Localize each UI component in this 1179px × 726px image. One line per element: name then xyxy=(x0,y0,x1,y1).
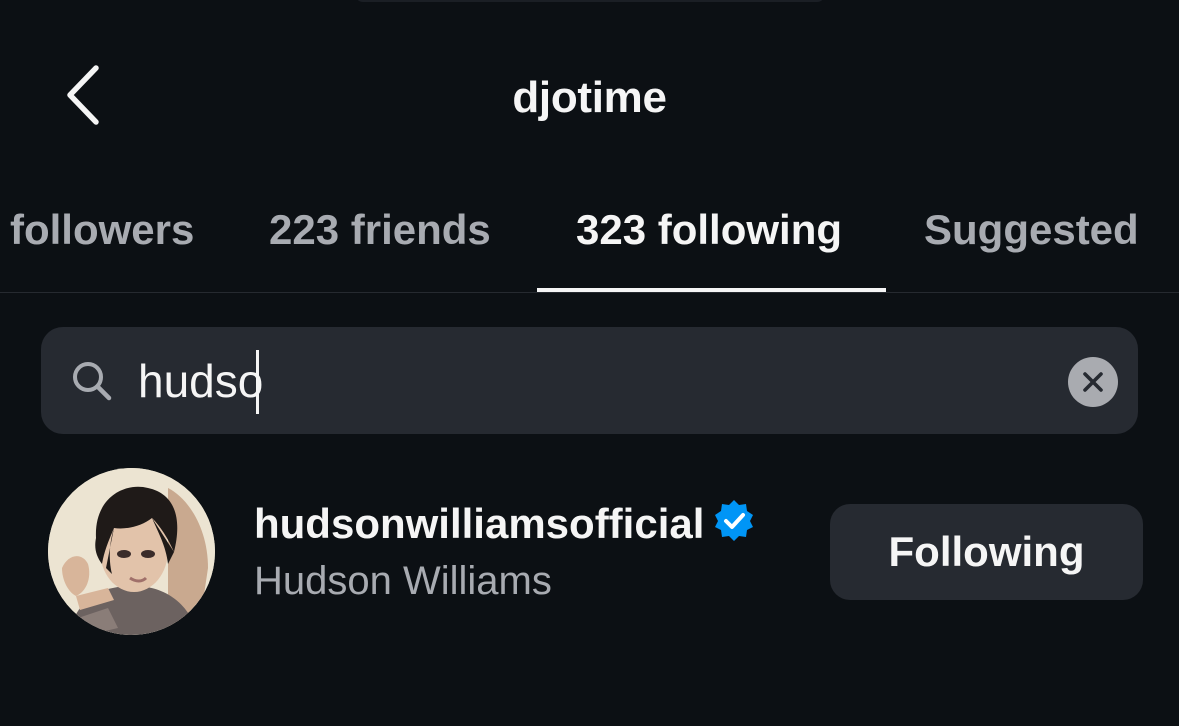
search-input-value: hudso xyxy=(138,355,264,408)
search-input[interactable]: hudso xyxy=(138,350,263,414)
avatar[interactable] xyxy=(48,468,215,635)
search-icon xyxy=(73,362,112,401)
tab-following[interactable]: 323 following xyxy=(576,204,842,256)
search-bar[interactable]: hudso xyxy=(41,327,1138,434)
avatar-photo xyxy=(48,468,215,635)
clear-search-button[interactable] xyxy=(1068,357,1118,407)
list-item[interactable]: hudsonwilliamsofficial Hudson Williams F… xyxy=(0,460,1179,650)
tab-bar: followers 223 friends 323 following Sugg… xyxy=(0,186,1179,294)
tab-followers[interactable]: followers xyxy=(10,204,194,256)
text-cursor xyxy=(256,350,260,414)
tab-friends[interactable]: 223 friends xyxy=(269,204,491,256)
verified-badge-icon xyxy=(712,498,756,547)
close-icon xyxy=(1083,372,1103,392)
status-bar-notch xyxy=(355,0,825,2)
page-title: djotime xyxy=(512,73,667,122)
following-button[interactable]: Following xyxy=(830,504,1143,600)
username: hudsonwilliamsofficial xyxy=(254,500,705,547)
full-name: Hudson Williams xyxy=(254,559,552,603)
tab-suggested[interactable]: Suggested xyxy=(924,204,1139,256)
username-link[interactable]: hudsonwilliamsofficial xyxy=(254,499,756,549)
tabs-divider xyxy=(0,292,1179,293)
